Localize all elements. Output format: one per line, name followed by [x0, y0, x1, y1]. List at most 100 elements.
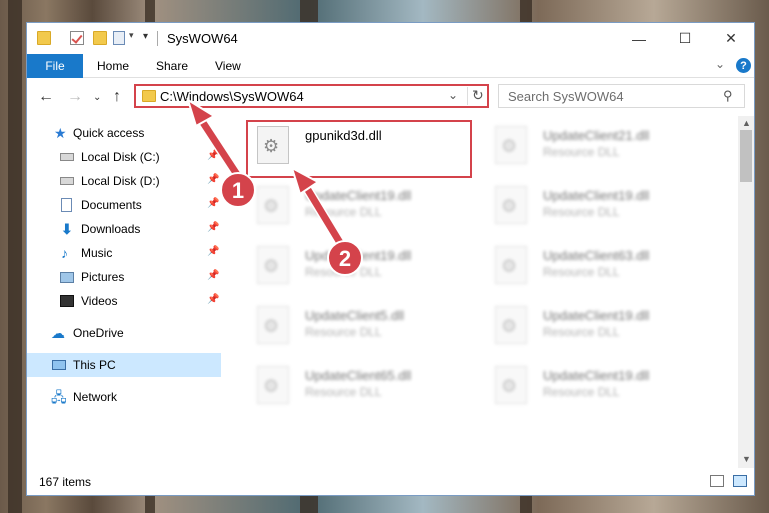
sidebar-item-label: Local Disk (C:) [81, 150, 160, 164]
file-name: UpdateClient19.dll [305, 188, 412, 203]
pin-icon[interactable]: 📌 [207, 198, 219, 209]
sidebar-item-label: Downloads [81, 222, 141, 236]
gear-icon: ⚙ [501, 316, 518, 336]
chevron-down-icon[interactable]: ⌄ [448, 88, 458, 102]
pin-icon[interactable]: 📌 [207, 222, 219, 233]
network-icon: 🖧 [51, 389, 67, 405]
file-name: UpdateClient19.dll [305, 248, 412, 263]
arrow-up-icon[interactable]: ↑ [113, 88, 121, 106]
gear-icon: ⚙ [263, 256, 280, 276]
file-item[interactable]: ⚙ UpdateClient63.dll Resource DLL [485, 240, 715, 298]
sidebar-item-downloads[interactable]: ⬇ Downloads 📌 [27, 217, 221, 241]
address-bar[interactable]: C:\Windows\SysWOW64 ⌄ ↻ [134, 84, 489, 108]
annotation-highlight-box [246, 120, 472, 178]
search-box[interactable]: Search SysWOW64 ⚲ [498, 84, 745, 108]
sidebar-item-label: Pictures [81, 270, 125, 284]
help-button[interactable]: ? [736, 58, 751, 73]
status-bar: 167 items [27, 469, 754, 495]
sidebar-item-network[interactable]: 🖧 Network [27, 385, 221, 409]
dll-file-icon: ⚙ [495, 246, 527, 284]
sidebar-item-onedrive[interactable]: ☁ OneDrive [27, 321, 221, 345]
drive-icon [60, 177, 74, 185]
file-item[interactable]: ⚙ UpdateClient19.dll Resource DLL [485, 300, 715, 358]
file-item[interactable]: ⚙ UpdateClient19.dll Resource DLL [485, 180, 715, 238]
tab-home[interactable]: Home [97, 54, 129, 78]
file-description: Resource DLL [543, 205, 620, 219]
document-icon [61, 198, 72, 212]
tab-file[interactable]: File [27, 54, 83, 78]
scroll-down-arrow-icon[interactable]: ▼ [742, 454, 751, 464]
minimize-button[interactable]: — [616, 23, 662, 54]
explorer-window: ▾ ▾ SysWOW64 — ☐ ✕ File Home Share View … [26, 22, 755, 496]
sidebar-item-label: Quick access [73, 126, 145, 140]
background-tree-trunk [8, 0, 22, 513]
search-icon[interactable]: ⚲ [723, 88, 733, 104]
scroll-up-arrow-icon[interactable]: ▲ [742, 118, 751, 128]
search-placeholder[interactable]: Search SysWOW64 [508, 89, 624, 104]
sidebar-item-music[interactable]: ♪ Music 📌 [27, 241, 221, 265]
file-item[interactable]: ⚙ UpdateClient19.dll Resource DLL [247, 180, 477, 238]
properties-check-icon[interactable] [70, 31, 84, 45]
large-icons-view-button[interactable] [733, 475, 747, 487]
pin-icon[interactable]: 📌 [207, 270, 219, 281]
gear-icon: ⚙ [501, 256, 518, 276]
file-name: UpdateClient19.dll [543, 368, 650, 383]
sidebar-item-quick-access[interactable]: ★ Quick access [27, 121, 221, 145]
gear-icon: ⚙ [263, 376, 280, 396]
sidebar-item-label: Videos [81, 294, 118, 308]
maximize-button[interactable]: ☐ [662, 23, 708, 54]
chevron-down-icon[interactable]: ▾ [129, 30, 143, 44]
refresh-icon[interactable]: ↻ [467, 87, 484, 105]
file-item[interactable]: ⚙ UpdateClient65.dll Resource DLL [247, 360, 477, 418]
file-name: UpdateClient5.dll [305, 308, 405, 323]
chevron-down-icon[interactable]: ⌄ [93, 92, 101, 103]
sidebar-item-this-pc[interactable]: This PC [27, 353, 221, 377]
dropdown-icon[interactable]: ▾ [143, 31, 157, 45]
file-item[interactable]: ⚙ UpdateClient5.dll Resource DLL [247, 300, 477, 358]
dll-file-icon: ⚙ [495, 366, 527, 404]
sidebar-item-label: This PC [73, 358, 116, 372]
file-item[interactable]: ⚙ UpdateClient19.dll Resource DLL [247, 240, 477, 298]
file-description: Resource DLL [305, 265, 382, 279]
dll-file-icon: ⚙ [495, 186, 527, 224]
file-description: Resource DLL [305, 325, 382, 339]
drive-icon [60, 153, 74, 161]
file-item[interactable]: ⚙ UpdateClient21.dll Resource DLL [485, 120, 715, 178]
sidebar-item-documents[interactable]: Documents 📌 [27, 193, 221, 217]
file-item[interactable]: ⚙ UpdateClient19.dll Resource DLL [485, 360, 715, 418]
sidebar-item-pictures[interactable]: Pictures 📌 [27, 265, 221, 289]
pin-icon[interactable]: 📌 [207, 246, 219, 257]
file-description: Resource DLL [543, 325, 620, 339]
dll-file-icon: ⚙ [257, 366, 289, 404]
tab-view[interactable]: View [215, 54, 241, 78]
arrow-right-icon[interactable]: → [67, 88, 83, 106]
pin-icon[interactable]: 📌 [207, 150, 219, 161]
gear-icon: ⚙ [263, 196, 280, 216]
gear-icon: ⚙ [501, 136, 518, 156]
close-button[interactable]: ✕ [708, 23, 754, 54]
dll-file-icon: ⚙ [257, 246, 289, 284]
sidebar-item-local-disk-c[interactable]: Local Disk (C:) 📌 [27, 145, 221, 169]
sidebar-item-label: Local Disk (D:) [81, 174, 160, 188]
file-name: UpdateClient63.dll [543, 248, 650, 263]
new-folder-icon[interactable] [93, 31, 107, 45]
cloud-icon: ☁ [51, 325, 65, 341]
sidebar-item-videos[interactable]: Videos 📌 [27, 289, 221, 313]
address-path[interactable]: C:\Windows\SysWOW64 [160, 89, 304, 104]
vertical-scrollbar[interactable]: ▲ ▼ [738, 116, 754, 468]
sidebar-item-local-disk-d[interactable]: Local Disk (D:) 📌 [27, 169, 221, 193]
chevron-down-icon[interactable]: ⌄ [715, 57, 725, 71]
music-icon: ♪ [61, 245, 68, 261]
details-view-button[interactable] [710, 475, 724, 487]
tab-share[interactable]: Share [156, 54, 188, 78]
arrow-left-icon[interactable]: ← [38, 88, 54, 106]
file-description: Resource DLL [305, 385, 382, 399]
customize-icon[interactable] [113, 31, 125, 45]
gear-icon: ⚙ [501, 196, 518, 216]
window-title: SysWOW64 [167, 31, 238, 46]
pin-icon[interactable]: 📌 [207, 174, 219, 185]
sidebar-item-label: Documents [81, 198, 142, 212]
folder-icon [37, 31, 51, 45]
scrollbar-thumb[interactable] [740, 130, 752, 182]
pin-icon[interactable]: 📌 [207, 294, 219, 305]
